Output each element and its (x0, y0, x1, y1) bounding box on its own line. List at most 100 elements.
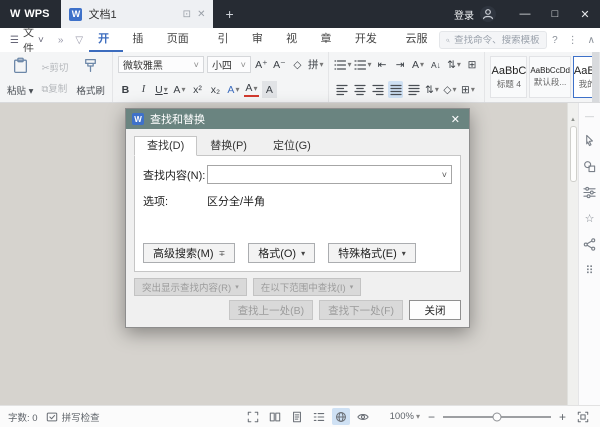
increase-indent-button[interactable]: ⇥ (392, 56, 407, 73)
pinyin-guide-button[interactable]: 拼 ▾ (308, 56, 324, 73)
minimize-button[interactable]: — (510, 0, 540, 28)
find-previous-button[interactable]: 查找上一处(B) (228, 300, 314, 320)
tab-view[interactable]: 视图 (277, 28, 311, 67)
char-shading-button[interactable]: A (261, 81, 277, 98)
font-size-select[interactable]: 小四 ˅ (206, 56, 251, 73)
align-center-button[interactable] (352, 81, 367, 98)
properties-sliders-icon[interactable] (583, 186, 596, 199)
sort-button[interactable]: A↓ (428, 56, 443, 73)
special-format-button[interactable]: 特殊格式(E) ▾ (328, 243, 416, 263)
dialog-tab-goto[interactable]: 定位(G) (260, 136, 324, 156)
italic-button[interactable]: I (136, 81, 151, 98)
highlight-find-button[interactable]: 突出显示查找内容(R) ▾ (134, 278, 247, 296)
copy-button[interactable]: ⧉复制 (41, 81, 68, 95)
zoom-in-button[interactable]: + (557, 410, 568, 424)
dialog-close-icon[interactable]: ✕ (448, 113, 463, 126)
find-next-button[interactable]: 查找下一处(F) (319, 300, 403, 320)
tab-page-layout[interactable]: 页面布局 (158, 28, 209, 67)
word-count[interactable]: 字数: 0 (8, 410, 38, 424)
find-combobox-caret-icon[interactable]: ˅ (438, 170, 451, 180)
font-name-select[interactable]: 微软雅黑 ˅ (117, 56, 204, 73)
align-right-button[interactable] (370, 81, 385, 98)
quickbar-pin-icon[interactable]: ▽ (69, 35, 89, 46)
distribute-button[interactable] (406, 81, 421, 98)
format-painter-button[interactable]: 格式刷 (74, 56, 107, 98)
zoom-slider-thumb[interactable] (492, 412, 502, 421)
new-tab-button[interactable]: + (213, 6, 245, 22)
paragraph-layout-button[interactable]: ⇅ ▾ (446, 56, 461, 73)
tab-close-icon[interactable]: ✕ (197, 9, 205, 20)
select-cursor-icon[interactable] (583, 134, 596, 147)
scroll-up-icon[interactable]: ▲ (570, 117, 576, 123)
borders-button[interactable]: ⊞ ▾ (460, 81, 475, 98)
underline-button[interactable]: U ▾ (154, 81, 169, 98)
wps-logo[interactable]: W WPS (0, 8, 61, 20)
decrease-indent-button[interactable]: ⇤ (374, 56, 389, 73)
outline-view-button[interactable] (310, 408, 328, 425)
font-color-button[interactable]: A ▾ (243, 82, 259, 97)
tab-grid-button[interactable]: ⊞ (464, 56, 479, 73)
tab-home[interactable]: 开始 (89, 28, 124, 67)
style-default-paragraph[interactable]: AaBbCcDd 默认段... (529, 56, 571, 98)
find-in-scope-button[interactable]: 在以下范围中查找(I) ▾ (252, 278, 362, 296)
sidebar-collapse-handle[interactable]: — (585, 111, 594, 121)
paste-button[interactable]: 粘贴 ▾ (5, 56, 35, 98)
help-icon[interactable]: ? (547, 35, 563, 46)
dialog-tab-replace[interactable]: 替换(P) (197, 136, 260, 156)
find-content-combobox[interactable]: ˅ (207, 165, 452, 184)
web-view-button[interactable] (331, 408, 350, 425)
dialog-tab-find[interactable]: 查找(D) (134, 136, 198, 156)
zoom-level-dropdown[interactable]: 100% ▾ (390, 411, 420, 422)
superscript-button[interactable]: x² (190, 81, 205, 98)
tab-insert[interactable]: 插入 (123, 28, 157, 67)
tab-references[interactable]: 引用 (208, 28, 242, 67)
shrink-font-button[interactable]: A⁻ (272, 56, 287, 73)
format-dropdown-button[interactable]: 格式(O) ▾ (248, 243, 316, 263)
quickbar-expand-icon[interactable]: » (52, 35, 70, 46)
find-content-input[interactable] (208, 166, 438, 183)
tab-sync-icon[interactable]: ⊡ (183, 9, 191, 20)
styles-scrollbar[interactable] (592, 52, 599, 102)
asian-layout-button[interactable]: A ▾ (410, 56, 425, 73)
book-view-button[interactable] (266, 408, 284, 425)
login-link[interactable]: 登录 (454, 7, 474, 22)
share-icon[interactable] (583, 238, 596, 251)
close-dialog-button[interactable]: 关闭 (409, 300, 461, 320)
cut-button[interactable]: ✂剪切 (41, 60, 68, 74)
zoom-out-button[interactable]: − (426, 410, 437, 424)
maximize-button[interactable]: □ (540, 0, 570, 28)
zoom-slider[interactable] (442, 412, 551, 421)
justify-button[interactable] (388, 81, 404, 98)
line-spacing-button[interactable]: ⇅ ▾ (424, 81, 439, 98)
command-search-box[interactable] (439, 31, 548, 49)
numbered-list-button[interactable]: ▾ (354, 56, 371, 73)
tab-dev-tools[interactable]: 开发工具 (346, 28, 397, 67)
eye-protect-button[interactable] (354, 408, 372, 425)
scrollbar-thumb[interactable] (569, 126, 577, 182)
apps-grid-icon[interactable]: ⠿ (585, 264, 593, 277)
grow-font-button[interactable]: A⁺ (254, 56, 269, 73)
tab-cloud[interactable]: 云服务 (397, 28, 440, 67)
text-effect-button[interactable]: A ▾ (226, 81, 241, 98)
more-options-icon[interactable]: ⋮ (563, 35, 583, 46)
bold-button[interactable]: B (118, 81, 133, 98)
dialog-titlebar[interactable]: W 查找和替换 ✕ (126, 109, 469, 129)
subscript-button[interactable]: x₂ (208, 81, 223, 98)
favorites-star-icon[interactable]: ☆ (585, 212, 595, 225)
tab-review[interactable]: 审阅 (243, 28, 277, 67)
fit-page-button[interactable] (574, 408, 592, 425)
shading-button[interactable]: ◇ ▾ (442, 81, 457, 98)
tab-section[interactable]: 章节 (312, 28, 346, 67)
command-search-input[interactable] (454, 34, 541, 46)
spell-check-button[interactable]: 拼写检查 (46, 410, 100, 424)
advanced-search-button[interactable]: 高级搜索(M) ∓ (143, 243, 236, 263)
style-heading4[interactable]: AaBbC 标题 4 (490, 56, 528, 98)
vertical-scrollbar[interactable]: ▲ (567, 103, 578, 405)
close-button[interactable]: ✕ (570, 0, 600, 28)
fullscreen-view-button[interactable] (244, 408, 262, 425)
clear-format-button[interactable]: ◇ (290, 56, 305, 73)
align-left-button[interactable] (334, 81, 349, 98)
user-avatar-icon[interactable] (480, 6, 496, 22)
shapes-icon[interactable] (583, 160, 596, 173)
bullet-list-button[interactable]: ▾ (334, 56, 351, 73)
